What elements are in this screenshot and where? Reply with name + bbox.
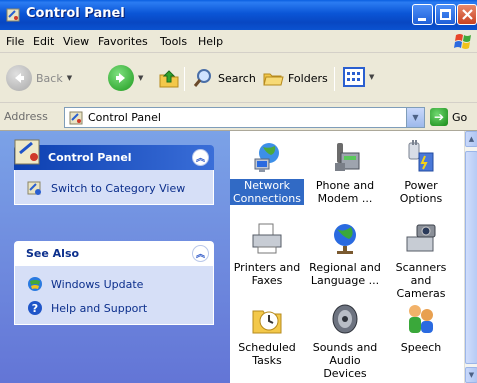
close-icon [462, 9, 473, 20]
address-field[interactable]: Control Panel ▼ [64, 107, 425, 128]
menu-edit[interactable]: Edit [33, 35, 54, 48]
control-panel-icon [6, 8, 20, 22]
sounds-audio-item[interactable]: Sounds and Audio Devices [308, 301, 382, 380]
help-and-support-label: Help and Support [51, 301, 148, 315]
scheduled-tasks-label: Scheduled Tasks [238, 341, 296, 367]
control-panel-body: Switch to Category View [14, 170, 214, 205]
toolbar: Back ▼ ▼ Search Folders ▼ [0, 53, 477, 103]
close-button[interactable] [457, 4, 477, 25]
forward-arrow-icon [108, 65, 134, 91]
scrollbar-thumb[interactable] [465, 151, 477, 364]
scanners-cameras-item[interactable]: Scanners and Cameras [384, 221, 458, 300]
scheduled-tasks-item[interactable]: Scheduled Tasks [230, 301, 304, 367]
views-button[interactable]: ▼ [343, 67, 374, 87]
speech-label: Speech [400, 341, 442, 354]
power-options-item[interactable]: Power Options [384, 139, 458, 205]
address-value: Control Panel [88, 111, 161, 124]
sounds-audio-icon [327, 301, 363, 337]
see-also-header[interactable]: See Also ︽ [14, 241, 214, 266]
go-arrow-icon[interactable]: ➔ [430, 108, 448, 126]
folders-icon [263, 73, 284, 86]
menu-bar: File Edit View Favorites Tools Help [0, 30, 477, 53]
menu-file[interactable]: File [6, 35, 24, 48]
windows-update-label: Windows Update [51, 277, 144, 291]
phone-modem-item[interactable]: Phone and Modem ... [308, 139, 382, 205]
back-arrow-icon [6, 65, 32, 91]
menu-help[interactable]: Help [198, 35, 223, 48]
collapse-chevron-icon[interactable]: ︽ [192, 245, 209, 262]
search-icon [193, 69, 211, 87]
speech-item[interactable]: Speech [384, 301, 458, 354]
task-pane: Control Panel ︽ Switch to Category View … [0, 131, 230, 383]
scanners-cameras-label: Scanners and Cameras [395, 261, 447, 300]
sounds-audio-label: Sounds and Audio Devices [312, 341, 378, 380]
maximize-icon [440, 9, 451, 20]
address-dropdown-icon[interactable]: ▼ [406, 108, 424, 127]
back-button[interactable]: Back ▼ [6, 65, 72, 91]
power-options-icon [403, 139, 439, 175]
windows-update-link[interactable]: Windows Update [27, 276, 213, 292]
title-bar[interactable]: Control Panel [0, 0, 477, 30]
control-panel-icon [69, 111, 83, 125]
back-dropdown-icon[interactable]: ▼ [67, 74, 72, 82]
windows-logo-icon [454, 34, 471, 49]
regional-language-icon [327, 221, 363, 257]
category-view-icon [27, 181, 41, 195]
collapse-chevron-icon[interactable]: ︽ [192, 149, 209, 166]
switch-category-view-link[interactable]: Switch to Category View [27, 180, 213, 196]
see-also-body: Windows Update ? Help and Support [14, 266, 214, 325]
toolbar-separator [334, 67, 335, 91]
menu-view[interactable]: View [63, 35, 89, 48]
search-button[interactable]: Search [192, 67, 256, 89]
regional-language-item[interactable]: Regional and Language ... [308, 221, 382, 287]
up-folder-icon[interactable] [158, 67, 180, 89]
network-connections-label: Network Connections [230, 179, 304, 205]
items-view: Network Connections Phone and Modem ... … [230, 131, 464, 383]
scheduled-tasks-icon [249, 301, 285, 337]
menu-tools[interactable]: Tools [160, 35, 187, 48]
control-panel-icon [14, 139, 40, 165]
scanners-cameras-icon [403, 221, 439, 257]
views-dropdown-icon[interactable]: ▼ [369, 73, 374, 81]
forward-dropdown-icon[interactable]: ▼ [138, 74, 143, 82]
control-panel-title: Control Panel [48, 151, 132, 164]
toolbar-separator [184, 67, 185, 91]
minimize-icon [418, 18, 426, 21]
back-label: Back [36, 71, 63, 85]
speech-icon [403, 301, 439, 337]
printers-faxes-icon [249, 221, 285, 257]
forward-button[interactable]: ▼ [108, 65, 143, 91]
switch-category-view-label: Switch to Category View [51, 181, 186, 195]
address-label: Address [4, 110, 48, 123]
minimize-button[interactable] [412, 4, 433, 25]
search-label: Search [218, 71, 256, 85]
go-button-label[interactable]: Go [452, 111, 467, 124]
windows-update-icon [28, 277, 42, 291]
control-panel-header[interactable]: Control Panel ︽ [14, 139, 214, 170]
phone-modem-label: Phone and Modem ... [315, 179, 375, 205]
maximize-button[interactable] [435, 4, 456, 25]
svg-text:?: ? [32, 302, 38, 315]
scroll-down-icon[interactable]: ▼ [465, 367, 477, 383]
printers-faxes-item[interactable]: Printers and Faxes [230, 221, 304, 287]
printers-faxes-label: Printers and Faxes [233, 261, 301, 287]
see-also-section: See Also ︽ Windows Update ? Help and Sup… [14, 241, 214, 325]
vertical-scrollbar[interactable]: ▲ ▼ [464, 131, 477, 383]
address-bar: Address Control Panel ▼ ➔ Go [0, 103, 477, 131]
help-and-support-link[interactable]: ? Help and Support [27, 300, 213, 316]
see-also-title: See Also [26, 247, 80, 260]
phone-modem-icon [327, 139, 363, 175]
views-icon [343, 67, 365, 87]
folders-label: Folders [288, 71, 328, 85]
menu-favorites[interactable]: Favorites [98, 35, 148, 48]
window-title: Control Panel [26, 6, 125, 21]
scroll-up-icon[interactable]: ▲ [465, 131, 477, 147]
power-options-label: Power Options [399, 179, 443, 205]
folders-button[interactable]: Folders [262, 67, 328, 89]
network-connections-icon [249, 139, 285, 175]
control-panel-section: Control Panel ︽ Switch to Category View [14, 139, 214, 205]
network-connections-item[interactable]: Network Connections [230, 139, 304, 205]
help-icon: ? [28, 301, 42, 315]
regional-language-label: Regional and Language ... [309, 261, 381, 287]
